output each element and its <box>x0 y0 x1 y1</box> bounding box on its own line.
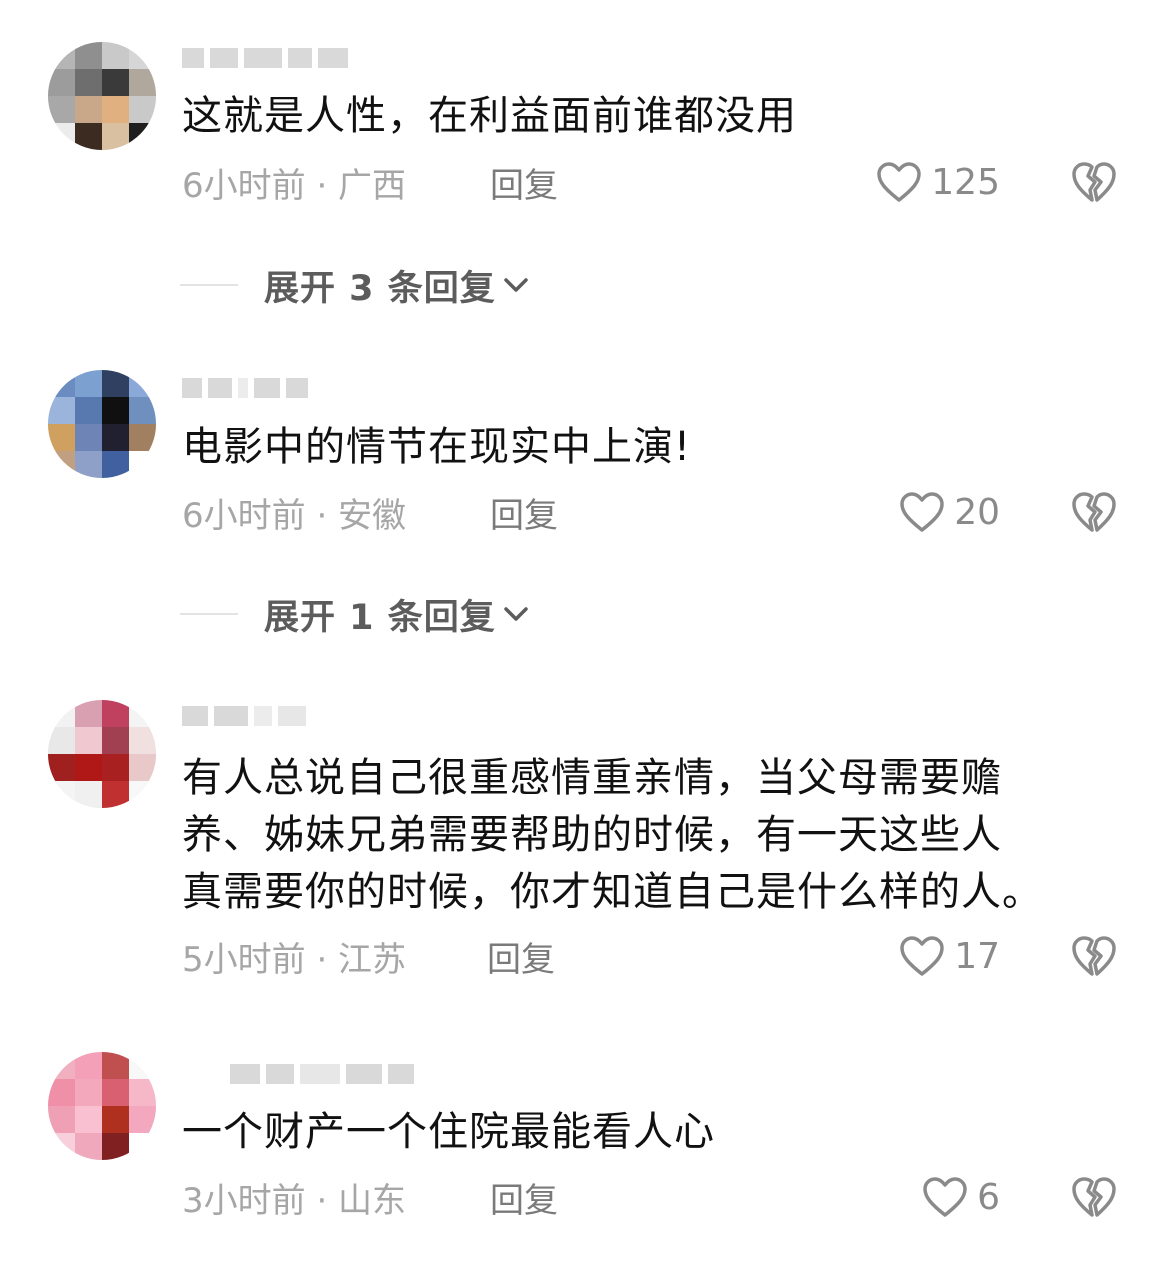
comment-time-location: 3小时前 · 山东 <box>182 1180 407 1221</box>
expand-replies-button[interactable]: 展开 1 条回复 <box>180 589 532 639</box>
username-blurred[interactable] <box>182 700 422 732</box>
heart-outline-icon <box>900 492 944 532</box>
divider <box>180 284 238 286</box>
chevron-down-icon <box>503 278 528 292</box>
comment-text: 这就是人性，在利益面前谁都没用 <box>182 93 797 139</box>
chevron-down-icon <box>503 607 528 621</box>
broken-heart-icon[interactable] <box>1070 932 1118 980</box>
comment-time-location: 6小时前 · 广西 <box>182 165 407 206</box>
broken-heart-icon[interactable] <box>1070 158 1118 206</box>
like-count: 6 <box>977 1176 1000 1218</box>
avatar[interactable] <box>48 370 156 478</box>
heart-outline-icon <box>877 162 922 202</box>
like-count: 20 <box>954 491 1000 533</box>
broken-heart-icon[interactable] <box>1070 1173 1118 1221</box>
expand-replies-label: 展开 1 条回复 <box>264 597 496 638</box>
reply-button[interactable]: 回复 <box>490 1175 558 1221</box>
avatar[interactable] <box>48 1052 156 1160</box>
comment-text: 电影中的情节在现实中上演! <box>182 424 692 470</box>
comment-time-location: 5小时前 · 江苏 <box>182 939 407 980</box>
expand-replies-label: 展开 3 条回复 <box>264 268 496 309</box>
like-count: 125 <box>931 161 1000 203</box>
like-count: 17 <box>954 935 1000 977</box>
broken-heart-icon[interactable] <box>1070 488 1118 536</box>
comment-text: 一个财产一个住院最能看人心 <box>182 1109 715 1155</box>
divider <box>180 613 238 615</box>
comment-time-location: 6小时前 · 安徽 <box>182 495 407 536</box>
username-blurred[interactable] <box>182 372 422 404</box>
heart-outline-icon <box>900 936 944 976</box>
like-button[interactable]: 125 <box>875 158 1000 206</box>
like-button[interactable]: 20 <box>898 488 1000 536</box>
username-blurred[interactable] <box>182 42 422 74</box>
expand-replies-button[interactable]: 展开 3 条回复 <box>180 260 532 310</box>
reply-button[interactable]: 回复 <box>490 490 558 536</box>
like-button[interactable]: 6 <box>921 1173 1000 1221</box>
comment-text: 有人总说自己很重感情重亲情，当父母需要赡 养、姊妹兄弟需要帮助的时候，有一天这些… <box>182 755 1043 915</box>
avatar[interactable] <box>48 42 156 150</box>
avatar[interactable] <box>48 700 156 808</box>
username-blurred[interactable] <box>230 1058 470 1090</box>
reply-button[interactable]: 回复 <box>490 160 558 206</box>
heart-outline-icon <box>923 1177 967 1217</box>
like-button[interactable]: 17 <box>898 932 1000 980</box>
reply-button[interactable]: 回复 <box>487 934 555 980</box>
